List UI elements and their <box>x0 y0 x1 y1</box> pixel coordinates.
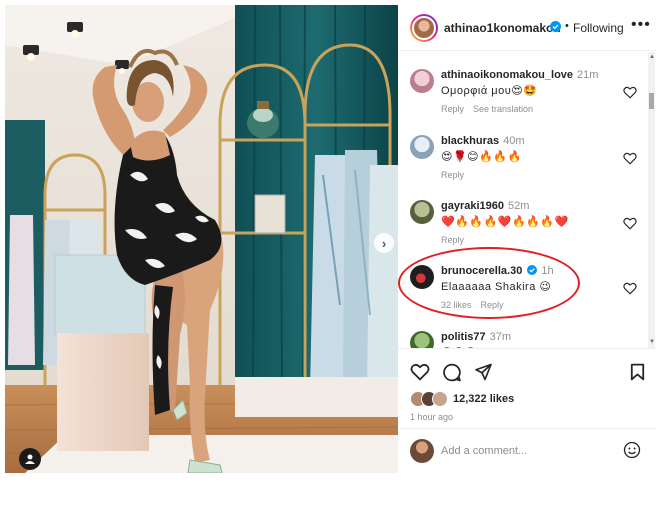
post-header: athinao1konomakou • Following ••• <box>398 5 656 51</box>
comment-item: blackhuras 40m 😍🌹😊🔥🔥🔥 Reply <box>398 132 648 187</box>
likes-number: 12,322 <box>453 393 487 405</box>
author-username[interactable]: athinao1konomakou <box>444 21 561 35</box>
heart-icon[interactable] <box>623 86 637 99</box>
comment-item: politis7737m 😍😍😍 <box>398 328 648 348</box>
post-actions: 12,322 likes 1 hour ago <box>398 348 656 428</box>
verified-icon <box>527 265 538 275</box>
comment-item: gayraki1960 52m ❤️🔥🔥🔥❤️🔥🔥🔥❤️ Reply <box>398 197 648 252</box>
heart-icon[interactable] <box>623 217 637 230</box>
scrollbar-thumb[interactable] <box>649 93 654 109</box>
reply-button[interactable]: Reply <box>441 170 464 180</box>
likes-label: likes <box>489 393 515 405</box>
comment-avatar[interactable] <box>410 135 434 159</box>
comment-time: 52m <box>508 200 530 212</box>
tagged-users-button[interactable] <box>19 448 41 470</box>
more-options-icon[interactable]: ••• <box>631 17 651 33</box>
comment-time: 37m <box>489 331 512 343</box>
following-button[interactable]: Following <box>573 21 624 35</box>
comment-username[interactable]: politis77 <box>441 331 486 343</box>
comment-text: ❤️🔥🔥🔥❤️🔥🔥🔥❤️ <box>441 216 569 228</box>
verified-icon <box>550 21 561 32</box>
comment-username[interactable]: brunocerella.30 <box>441 265 522 277</box>
add-comment-bar <box>398 428 656 473</box>
see-translation-button[interactable]: See translation <box>473 104 533 114</box>
heart-icon[interactable] <box>623 152 637 165</box>
viewer-avatar <box>410 439 434 463</box>
comment-avatar[interactable] <box>410 69 434 93</box>
header-separator: • <box>565 20 569 32</box>
comment-avatar[interactable] <box>410 331 434 348</box>
post-image <box>5 5 398 473</box>
reply-button[interactable]: Reply <box>481 300 504 310</box>
comment-text: Ομορφιά μου😍🤩 <box>441 85 538 97</box>
next-photo-button[interactable]: › <box>374 233 394 253</box>
scroll-down-icon[interactable]: ▼ <box>649 339 655 345</box>
author-avatar[interactable] <box>410 14 438 42</box>
scroll-up-icon[interactable]: ▲ <box>649 54 655 60</box>
like-heart-icon[interactable] <box>410 363 430 381</box>
post-photo[interactable]: › <box>5 5 398 473</box>
comment-username[interactable]: athinaoikonomakou_love <box>441 69 573 81</box>
bookmark-icon[interactable] <box>630 363 645 381</box>
add-comment-input[interactable] <box>441 441 611 461</box>
reply-button[interactable]: Reply <box>441 104 464 114</box>
comment-text: 😍🌹😊🔥🔥🔥 <box>441 151 522 163</box>
comment-likes-count[interactable]: 32 likes <box>441 300 472 310</box>
share-icon[interactable] <box>474 363 493 381</box>
reply-button[interactable]: Reply <box>441 235 464 245</box>
comment-username[interactable]: gayraki1960 <box>441 200 504 212</box>
post-side-panel: athinao1konomakou • Following ••• athina… <box>398 5 656 473</box>
comment-avatar[interactable] <box>410 200 434 224</box>
emoji-icon[interactable] <box>623 441 641 459</box>
comment-text: Elaaaaaa Shakira 😉 <box>441 281 552 293</box>
comment-time: 21m <box>577 69 599 81</box>
comment-item: athinaoikonomakou_love 21m Ομορφιά μου😍🤩 … <box>398 66 648 121</box>
comment-icon[interactable] <box>442 363 462 382</box>
likes-count[interactable]: 12,322 likes <box>453 393 514 405</box>
comment-avatar[interactable] <box>410 265 434 289</box>
chevron-right-icon: › <box>381 235 387 251</box>
liked-by-avatars[interactable] <box>410 391 454 407</box>
liker-avatar <box>432 391 448 407</box>
comment-time: 40m <box>503 135 525 147</box>
user-tag-icon <box>25 454 35 464</box>
heart-icon[interactable] <box>623 282 637 295</box>
comment-time: 1h <box>541 265 554 277</box>
post-timestamp[interactable]: 1 hour ago <box>410 412 453 422</box>
comments-list: athinaoikonomakou_love 21m Ομορφιά μου😍🤩 … <box>398 52 656 348</box>
comment-username[interactable]: blackhuras <box>441 135 499 147</box>
comment-item-highlighted: brunocerella.30 1h Elaaaaaa Shakira 😉 32… <box>398 262 648 317</box>
